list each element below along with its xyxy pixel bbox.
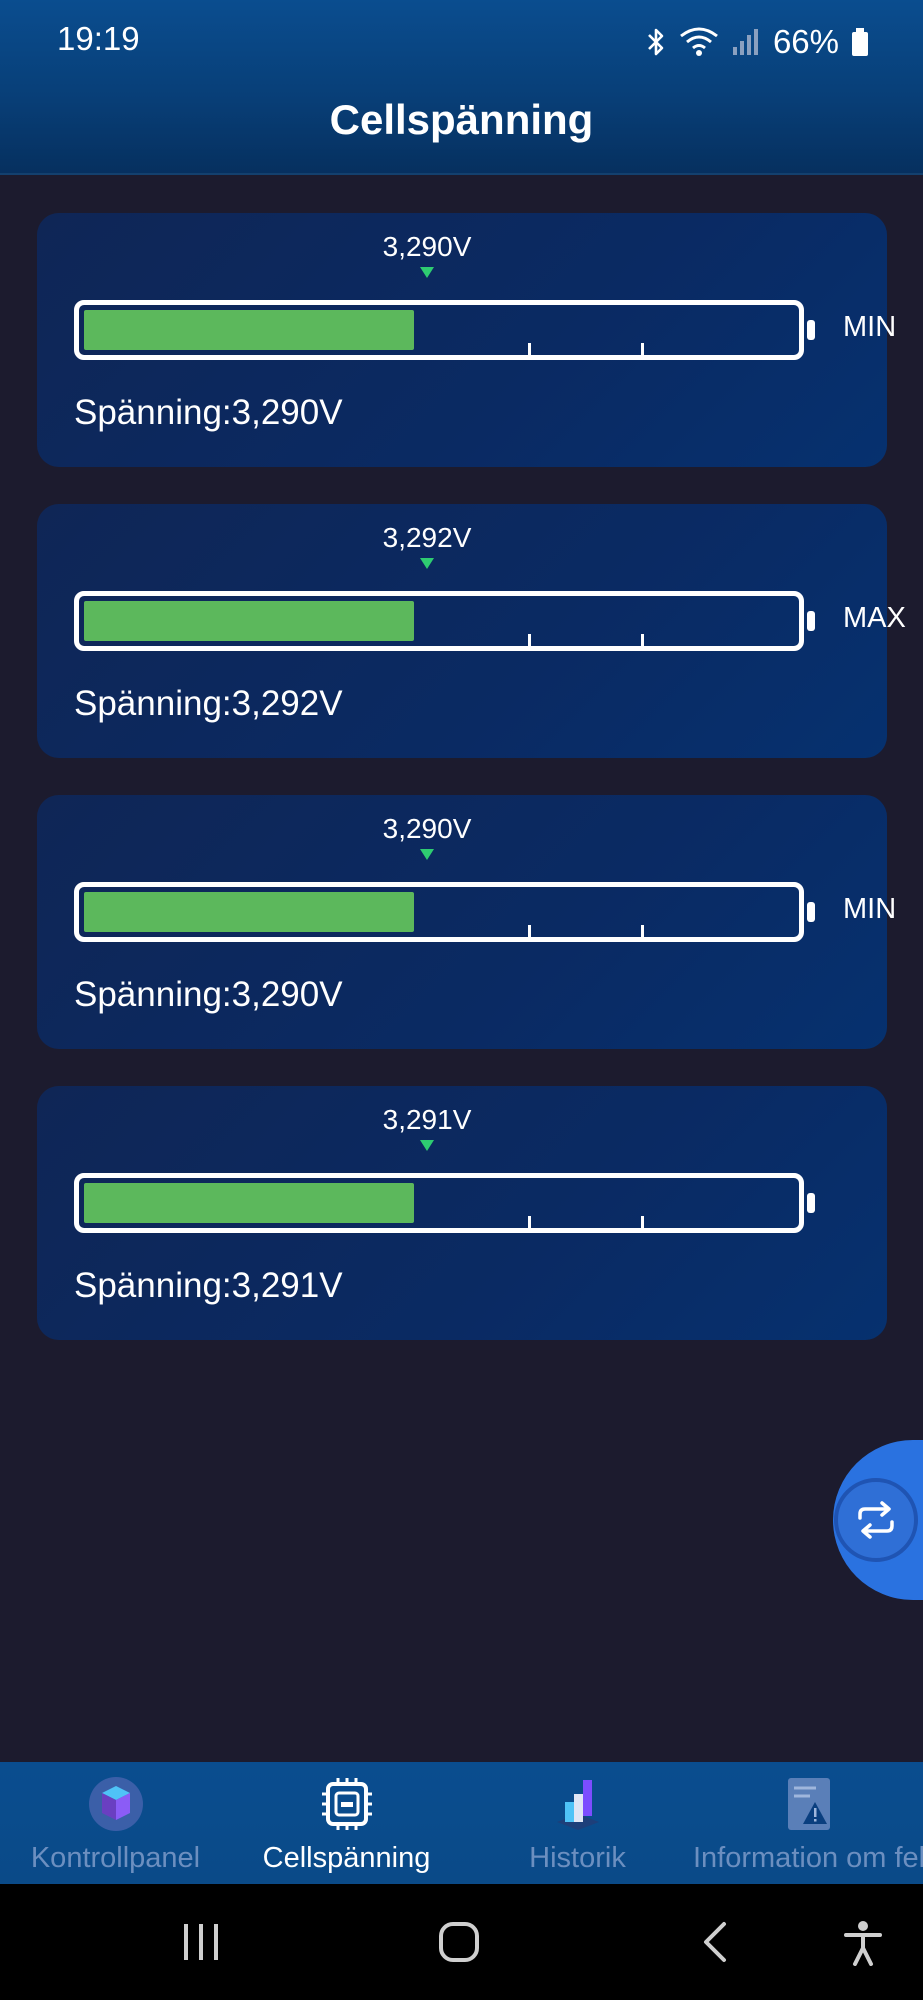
nav-label: Information om fel	[693, 1842, 923, 1874]
cell-card: 3,291V Spänning:3,291V	[37, 1086, 887, 1340]
status-icons: 66%	[645, 20, 869, 64]
dashboard-icon	[88, 1777, 143, 1831]
battery-nub	[807, 902, 815, 922]
bar-tick	[641, 925, 644, 937]
marker-value: 3,292V	[382, 522, 472, 553]
voltage-bar-fill	[84, 310, 414, 350]
voltage-bar-fill	[84, 601, 414, 641]
voltage-marker: 3,290V	[357, 231, 497, 278]
battery-nub	[807, 320, 815, 340]
voltage-bar-fill	[84, 892, 414, 932]
bar-tick	[528, 1216, 531, 1228]
nav-label: Historik	[529, 1842, 626, 1874]
system-nav-bar	[0, 1884, 923, 2000]
battery-nub	[807, 611, 815, 631]
home-button[interactable]	[437, 1920, 481, 1964]
status-bar: 19:19 66%	[0, 0, 923, 80]
swap-icon	[858, 1501, 894, 1539]
page-title: Cellspänning	[329, 96, 594, 143]
min-max-tag: MIN	[843, 311, 897, 343]
swap-button[interactable]	[834, 1478, 918, 1562]
history-chart-icon	[556, 1780, 599, 1830]
marker-arrow-icon	[420, 849, 434, 860]
battery-nub	[807, 1193, 815, 1213]
marker-value: 3,290V	[382, 813, 472, 844]
battery-percent: 66%	[772, 23, 839, 60]
bottom-nav: Kontrollpanel Cellspänning Historik Info…	[0, 1762, 923, 1884]
cell-voltage-text: Spänning:3,290V	[74, 393, 343, 432]
cell-voltage-text: Spänning:3,291V	[74, 1266, 343, 1305]
min-max-tag: MIN	[843, 893, 897, 925]
voltage-marker: 3,290V	[357, 813, 497, 860]
bar-tick	[641, 634, 644, 646]
cell-card: 3,290V MIN Spänning:3,290V	[37, 795, 896, 1049]
marker-value: 3,290V	[382, 231, 472, 262]
bar-tick	[528, 634, 531, 646]
battery-icon	[852, 28, 868, 56]
app-header: 19:19 66% Cellspänning	[0, 0, 923, 175]
cell-card: 3,290V MIN Spänning:3,290V	[37, 213, 896, 467]
bar-tick	[528, 343, 531, 355]
voltage-marker: 3,292V	[357, 522, 497, 569]
bar-tick	[641, 1216, 644, 1228]
recents-button[interactable]	[180, 1920, 222, 1964]
cell-voltage-text: Spänning:3,292V	[74, 684, 343, 723]
marker-value: 3,291V	[382, 1104, 472, 1135]
marker-arrow-icon	[420, 1140, 434, 1151]
status-time: 19:19	[57, 20, 140, 57]
bluetooth-icon	[648, 28, 664, 56]
cell-voltage-text: Spänning:3,290V	[74, 975, 343, 1014]
marker-arrow-icon	[420, 558, 434, 569]
voltage-bar	[74, 1173, 804, 1233]
voltage-marker: 3,291V	[357, 1104, 497, 1151]
bar-tick	[641, 343, 644, 355]
nav-item-historik[interactable]: Historik	[462, 1762, 693, 1884]
nav-label: Cellspänning	[262, 1842, 431, 1874]
voltage-bar	[74, 591, 804, 651]
wifi-icon	[680, 27, 718, 56]
cell-list: 3,290V MIN Spänning:3,290V 3,292V MAX Sp…	[37, 213, 906, 1377]
back-button[interactable]	[700, 1920, 730, 1964]
nav-item-information-om-fel[interactable]: Information om fel	[693, 1762, 923, 1884]
voltage-bar	[74, 882, 804, 942]
nav-label: Kontrollpanel	[30, 1842, 201, 1874]
voltage-bar	[74, 300, 804, 360]
bar-tick	[528, 925, 531, 937]
min-max-tag: MAX	[843, 602, 906, 634]
accessibility-button[interactable]	[843, 1920, 883, 1966]
error-info-icon	[787, 1778, 830, 1830]
nav-item-kontrollpanel[interactable]: Kontrollpanel	[0, 1762, 231, 1884]
nav-item-cellspanning[interactable]: Cellspänning	[231, 1762, 462, 1884]
signal-icon	[732, 29, 758, 55]
marker-arrow-icon	[420, 267, 434, 278]
cell-card: 3,292V MAX Spänning:3,292V	[37, 504, 906, 758]
voltage-bar-fill	[84, 1183, 414, 1223]
chip-icon	[321, 1778, 372, 1830]
